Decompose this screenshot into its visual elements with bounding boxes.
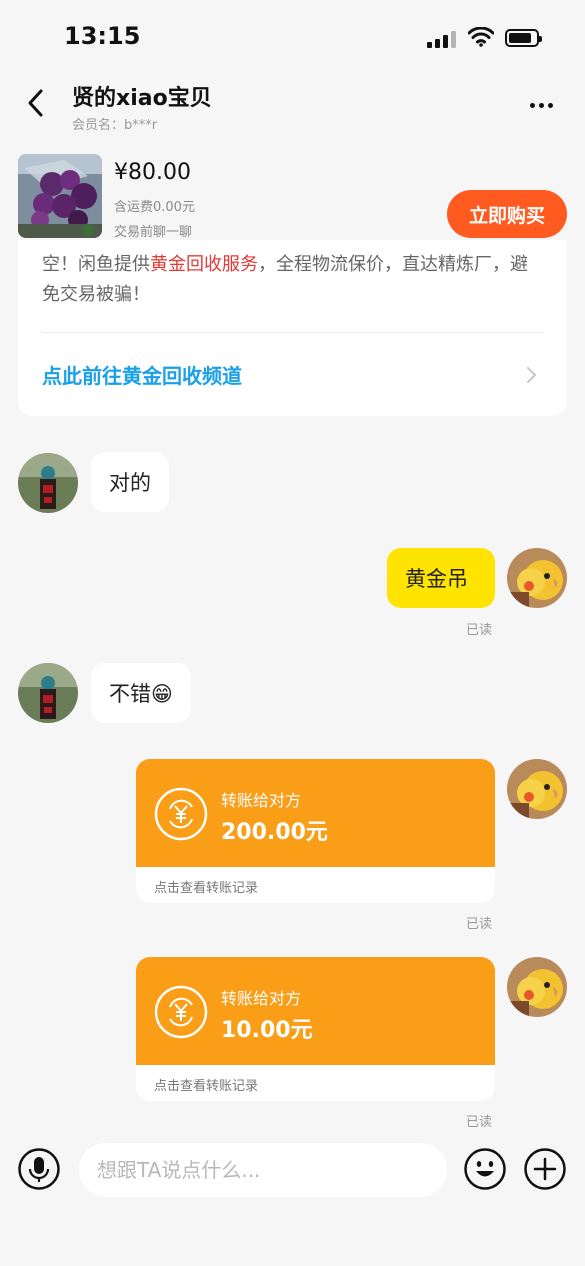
transfer-label: 转账给对方 [221, 791, 302, 810]
transfer-label: 转账给对方 [221, 989, 302, 1008]
message-bubble-self[interactable]: 黄金吊 [387, 548, 495, 608]
message-bubble[interactable]: 不错😁 [91, 663, 191, 723]
notice-text: 空！闲鱼提供黄金回收服务，全程物流保价，直达精炼厂，避免交易被骗！ [42, 250, 542, 310]
other-avatar[interactable] [18, 663, 78, 723]
member-name: 会员名：b***r [72, 118, 158, 133]
read-status: 已读 [466, 1115, 493, 1130]
negotiate-hint: 交易前聊一聊 [114, 225, 193, 240]
divider [42, 332, 543, 333]
battery-icon [505, 29, 542, 47]
product-price: ¥80.00 [114, 160, 191, 185]
notice-text-before: 空！闲鱼提供 [42, 254, 150, 275]
microphone-icon[interactable] [18, 1148, 60, 1190]
yuan-coin-icon [154, 787, 208, 841]
more-dots-icon[interactable] [530, 100, 557, 111]
chat-title: 贤的xiao宝贝 [72, 86, 212, 111]
emoji-icon[interactable] [464, 1148, 506, 1190]
self-avatar[interactable] [507, 759, 567, 819]
transfer-amount: 10.00元 [221, 1018, 313, 1043]
self-avatar[interactable] [507, 548, 567, 608]
read-status: 已读 [466, 623, 493, 638]
signal-icon [427, 30, 457, 48]
transfer-amount: 200.00元 [221, 820, 328, 845]
message-bubble[interactable]: 对的 [91, 452, 169, 512]
transfer-record-link[interactable]: 点击查看转账记录 [154, 877, 258, 896]
yuan-coin-icon [154, 985, 208, 1039]
read-status: 已读 [466, 917, 493, 932]
chevron-right-icon[interactable] [524, 366, 538, 384]
other-avatar[interactable] [18, 453, 78, 513]
transfer-card[interactable]: 转账给对方 200.00元 点击查看转账记录 [136, 759, 495, 903]
product-image[interactable] [18, 154, 102, 238]
transfer-card[interactable]: 转账给对方 10.00元 点击查看转账记录 [136, 957, 495, 1101]
shipping-info: 含运费0.00元 [114, 200, 195, 215]
transfer-record-link[interactable]: 点击查看转账记录 [154, 1075, 258, 1094]
back-chevron-icon[interactable] [22, 88, 52, 118]
notice-highlight: 黄金回收服务 [150, 254, 258, 275]
plus-icon[interactable] [524, 1148, 566, 1190]
status-time: 13:15 [64, 22, 141, 50]
wifi-icon [468, 27, 494, 47]
buy-now-button[interactable]: 立即购买 [447, 190, 567, 238]
message-input[interactable] [79, 1143, 447, 1197]
gold-recycle-link[interactable]: 点此前往黄金回收频道 [42, 360, 242, 389]
self-avatar[interactable] [507, 957, 567, 1017]
